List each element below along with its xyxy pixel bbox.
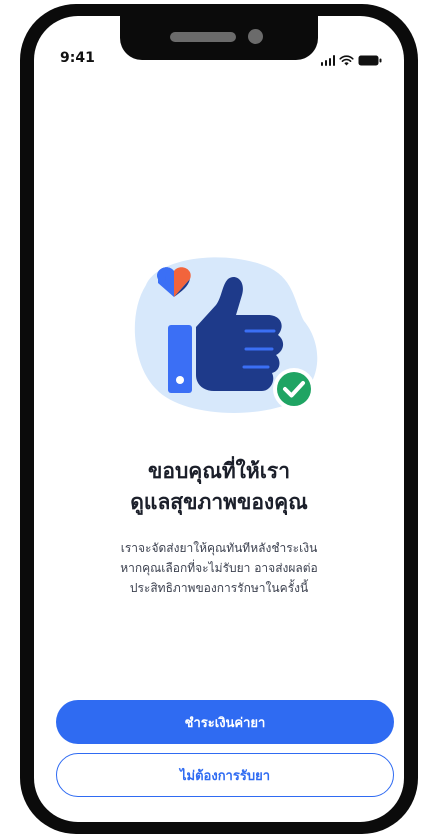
wifi-icon [339, 55, 354, 66]
description-line-2: หากคุณเลือกที่จะไม่รับยา อาจส่งผลต่อ [120, 561, 318, 575]
check-badge-icon [273, 368, 315, 410]
battery-icon [358, 55, 382, 66]
decline-medicine-button[interactable]: ไม่ต้องการรับยา [56, 753, 394, 797]
thumbs-up-heart-check-illustration [118, 249, 330, 419]
speaker-grille [170, 32, 236, 42]
status-icons [320, 52, 383, 66]
page-title: ขอบคุณที่ให้เรา ดูแลสุขภาพของคุณ [34, 456, 404, 518]
signal-icon [320, 55, 335, 66]
front-camera [248, 29, 263, 44]
sleeve-cuff [168, 325, 192, 393]
app-screen: 9:41 ขอบคุณที่ให้เรา ดูแลสุขภาพของคุณ เร… [34, 16, 404, 822]
description-text: เราจะจัดส่งยาให้คุณทันทีหลังชำระเงิน หาก… [34, 538, 404, 598]
description-line-3: ประสิทธิภาพของการรักษาในครั้งนี้ [129, 581, 309, 595]
status-time: 9:41 [60, 50, 95, 66]
pay-for-medicine-button[interactable]: ชำระเงินค่ายา [56, 700, 394, 744]
device-notch [120, 16, 318, 60]
phone-frame: 9:41 ขอบคุณที่ให้เรา ดูแลสุขภาพของคุณ เร… [20, 4, 418, 834]
title-line-2: ดูแลสุขภาพของคุณ [130, 490, 308, 514]
description-line-1: เราจะจัดส่งยาให้คุณทันทีหลังชำระเงิน [120, 541, 318, 555]
title-line-1: ขอบคุณที่ให้เรา [147, 459, 291, 483]
